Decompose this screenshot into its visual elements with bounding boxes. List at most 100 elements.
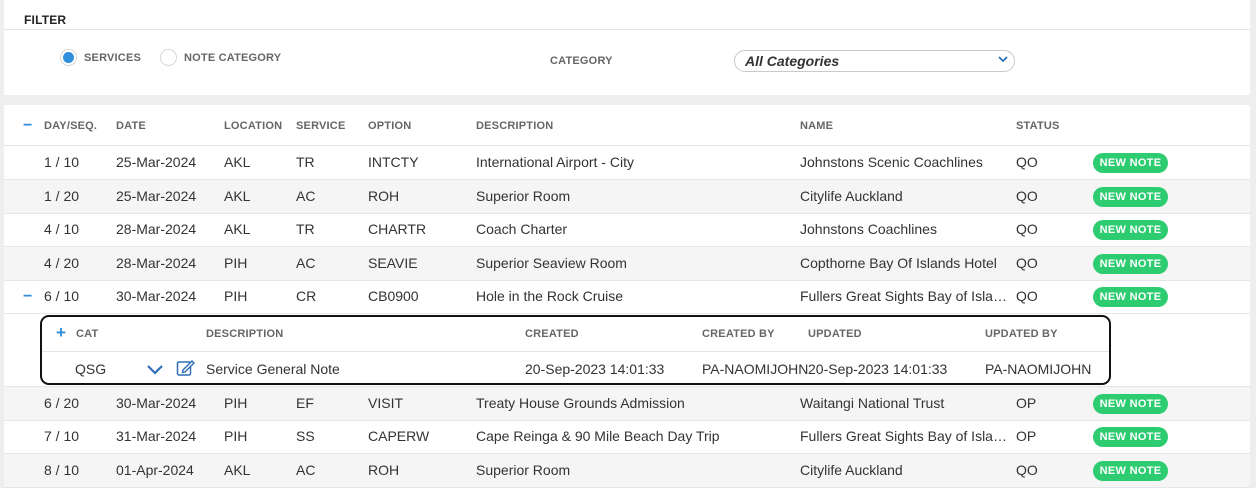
header-name[interactable]: NAME <box>800 120 833 132</box>
cell-description: Hole in the Rock Cruise <box>476 288 624 304</box>
header-dayseq[interactable]: DAY/SEQ. <box>44 120 97 132</box>
cell-option: CHARTR <box>368 221 427 237</box>
cell-status: QO <box>1016 462 1038 478</box>
header-location[interactable]: LOCATION <box>224 120 282 132</box>
cell-location: PIH <box>224 395 248 411</box>
radio-services-label: SERVICES <box>84 51 142 64</box>
radio-note-category[interactable]: NOTE CATEGORY <box>160 49 281 66</box>
new-note-button[interactable]: NEW NOTE <box>1093 461 1168 481</box>
cell-option: SEAVIE <box>368 255 418 271</box>
new-note-button[interactable]: NEW NOTE <box>1093 187 1168 207</box>
header-date[interactable]: DATE <box>116 120 146 132</box>
category-select[interactable]: All Categories <box>734 50 1015 72</box>
filter-panel: FILTER SERVICES NOTE CATEGORY CATEGORY A… <box>4 0 1250 95</box>
subheader-updated[interactable]: UPDATED <box>808 328 862 340</box>
subheader-description[interactable]: DESCRIPTION <box>206 328 283 340</box>
add-note-icon[interactable]: + <box>56 323 66 343</box>
cell-option: CB0900 <box>368 288 419 304</box>
header-service[interactable]: SERVICE <box>296 120 346 132</box>
header-description[interactable]: DESCRIPTION <box>476 120 553 132</box>
cell-date: 30-Mar-2024 <box>116 288 197 304</box>
collapse-row-icon[interactable]: − <box>23 289 32 305</box>
subheader-created[interactable]: CREATED <box>525 328 579 340</box>
cell-date: 28-Mar-2024 <box>116 221 197 237</box>
cell-option: CAPERW <box>368 428 430 444</box>
cell-service: EF <box>296 395 314 411</box>
note-created: 20-Sep-2023 14:01:33 <box>525 361 665 377</box>
cell-option: VISIT <box>368 395 404 411</box>
cell-status: QO <box>1016 188 1038 204</box>
cell-description: Coach Charter <box>476 221 568 237</box>
new-note-button[interactable]: NEW NOTE <box>1093 254 1168 274</box>
cell-description: Superior Seaview Room <box>476 255 627 271</box>
cell-date: 28-Mar-2024 <box>116 255 197 271</box>
table-row[interactable]: 1 / 20 25-Mar-2024 AKL AC ROH Superior R… <box>4 180 1250 214</box>
chevron-down-icon <box>998 54 1008 67</box>
cell-status: QO <box>1016 255 1038 271</box>
cell-service: AC <box>296 188 316 204</box>
note-updated-by: PA-NAOMIJOHN <box>985 361 1092 377</box>
note-description: Service General Note <box>206 361 340 377</box>
cell-name: Citylife Auckland <box>800 462 903 478</box>
cell-date: 30-Mar-2024 <box>116 395 197 411</box>
table-row[interactable]: − 6 / 10 30-Mar-2024 PIH CR CB0900 Hole … <box>4 280 1250 314</box>
cell-status: OP <box>1016 395 1037 411</box>
cell-status: QO <box>1016 154 1038 170</box>
radio-unselected-icon <box>160 49 177 66</box>
cell-location: AKL <box>224 154 251 170</box>
radio-services[interactable]: SERVICES <box>60 49 141 66</box>
cell-location: PIH <box>224 428 248 444</box>
cell-service: TR <box>296 221 315 237</box>
cell-service: AC <box>296 255 316 271</box>
cell-name: Fullers Great Sights Bay of Islands <box>800 428 1009 444</box>
table-row[interactable]: 4 / 10 28-Mar-2024 AKL TR CHARTR Coach C… <box>4 213 1250 247</box>
cell-name: Waitangi National Trust <box>800 395 945 411</box>
collapse-all-icon[interactable]: − <box>23 118 32 134</box>
cell-location: AKL <box>224 221 251 237</box>
table-row[interactable]: 6 / 20 30-Mar-2024 PIH EF VISIT Treaty H… <box>4 387 1250 421</box>
chevron-down-icon[interactable] <box>146 361 164 377</box>
cell-option: ROH <box>368 188 400 204</box>
cell-date: 31-Mar-2024 <box>116 428 197 444</box>
subheader-updated-by[interactable]: UPDATED BY <box>985 328 1058 340</box>
cell-name: Citylife Auckland <box>800 188 903 204</box>
header-option[interactable]: OPTION <box>368 120 411 132</box>
note-cat: QSG <box>75 361 107 377</box>
new-note-button[interactable]: NEW NOTE <box>1093 220 1168 240</box>
cell-location: AKL <box>224 188 251 204</box>
new-note-button[interactable]: NEW NOTE <box>1093 153 1168 173</box>
table-row[interactable]: 4 / 20 28-Mar-2024 PIH AC SEAVIE Superio… <box>4 247 1250 281</box>
cell-dayseq: 4 / 10 <box>44 221 80 237</box>
cell-service: AC <box>296 462 316 478</box>
cell-status: QO <box>1016 221 1038 237</box>
cell-date: 25-Mar-2024 <box>116 188 197 204</box>
subheader-created-by[interactable]: CREATED BY <box>702 328 775 340</box>
cell-dayseq: 1 / 20 <box>44 188 80 204</box>
table-row[interactable]: 8 / 10 01-Apr-2024 AKL AC ROH Superior R… <box>4 454 1250 488</box>
table-row[interactable]: 7 / 10 31-Mar-2024 PIH SS CAPERW Cape Re… <box>4 420 1250 454</box>
cell-name: Johnstons Coachlines <box>800 221 937 237</box>
edit-icon[interactable] <box>176 359 196 377</box>
cell-dayseq: 6 / 20 <box>44 395 80 411</box>
cell-location: PIH <box>224 288 248 304</box>
cell-option: ROH <box>368 462 400 478</box>
radio-note-category-label: NOTE CATEGORY <box>184 51 282 64</box>
notes-subgrid-container: + CAT DESCRIPTION CREATED CREATED BY UPD… <box>4 314 1250 387</box>
new-note-button[interactable]: NEW NOTE <box>1093 394 1168 414</box>
cell-service: CR <box>296 288 317 304</box>
subheader-cat[interactable]: CAT <box>76 328 98 340</box>
cell-date: 01-Apr-2024 <box>116 462 194 478</box>
cell-status: QO <box>1016 288 1038 304</box>
header-status[interactable]: STATUS <box>1016 120 1060 132</box>
table-row[interactable]: 1 / 10 25-Mar-2024 AKL TR INTCTY Interna… <box>4 146 1250 180</box>
cell-location: AKL <box>224 462 251 478</box>
subgrid-header: + CAT DESCRIPTION CREATED CREATED BY UPD… <box>42 317 1109 352</box>
new-note-button[interactable]: NEW NOTE <box>1093 287 1168 307</box>
cell-description: Superior Room <box>476 188 571 204</box>
grid-header: − DAY/SEQ. DATE LOCATION SERVICE OPTION … <box>4 105 1250 146</box>
cell-dayseq: 8 / 10 <box>44 462 80 478</box>
cell-description: Superior Room <box>476 462 571 478</box>
cell-description: International Airport - City <box>476 154 634 170</box>
new-note-button[interactable]: NEW NOTE <box>1093 427 1168 447</box>
cell-option: INTCTY <box>368 154 419 170</box>
